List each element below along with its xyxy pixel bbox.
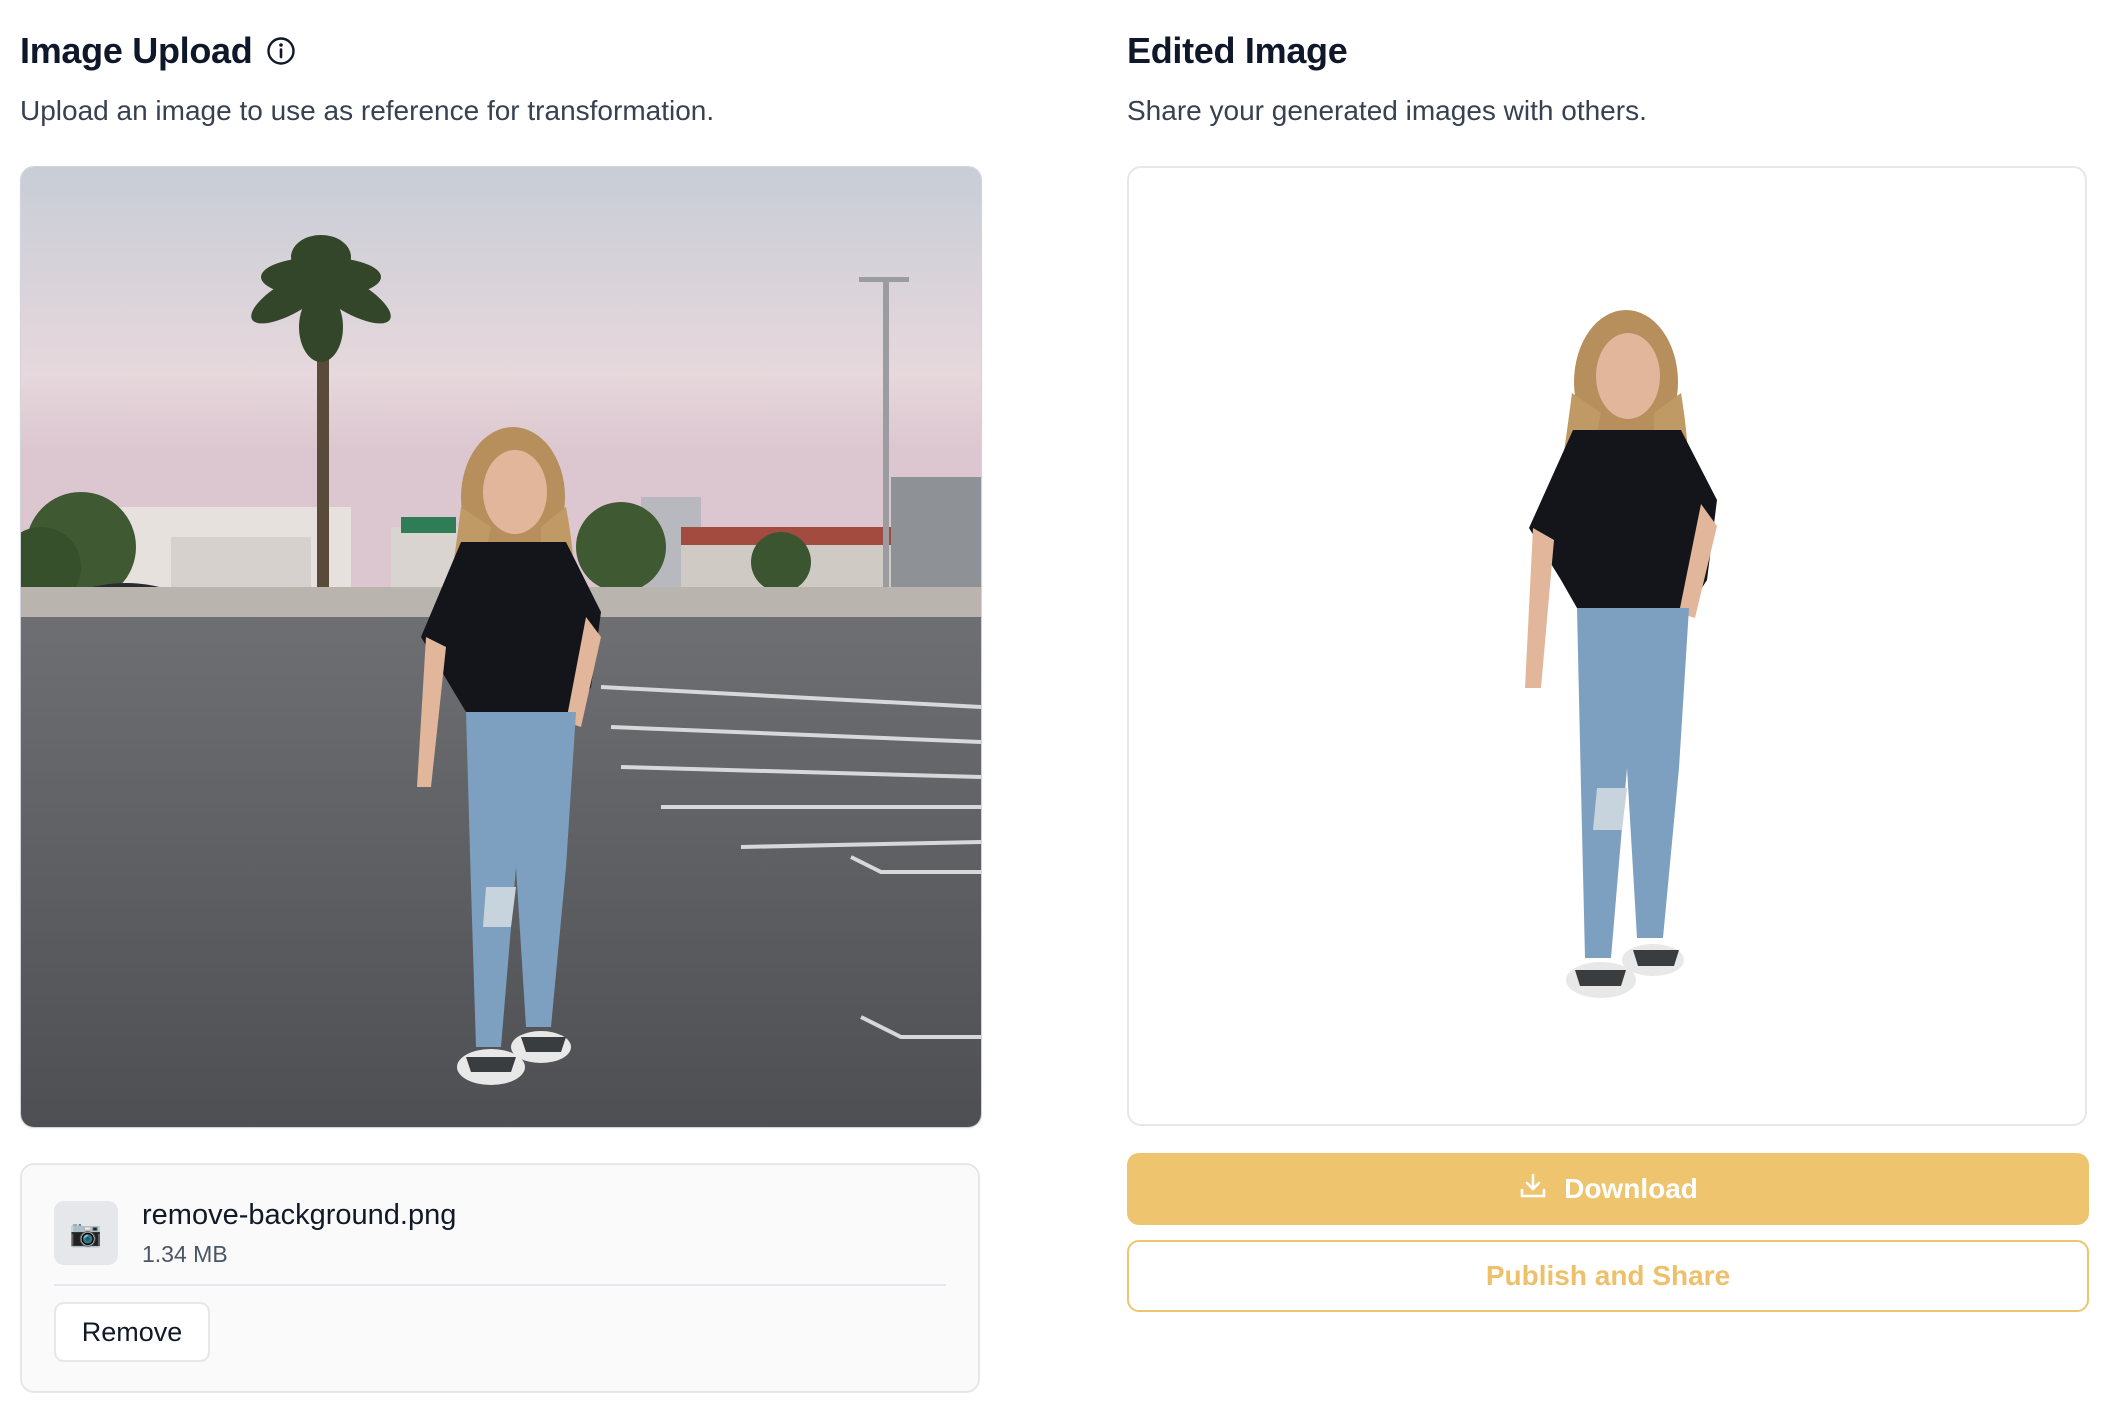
edited-title-row: Edited Image bbox=[1127, 26, 1348, 76]
download-label: Download bbox=[1564, 1173, 1698, 1204]
download-icon bbox=[1518, 1171, 1548, 1208]
edited-image bbox=[1127, 166, 2087, 1126]
edited-panel-title: Edited Image bbox=[1127, 30, 1348, 71]
file-card: 📷 remove-background.png 1.34 MB Remove bbox=[20, 1163, 980, 1393]
file-name: remove-background.png bbox=[142, 1199, 457, 1231]
upload-panel-description: Upload an image to use as reference for … bbox=[20, 95, 715, 126]
edited-panel-description: Share your generated images with others. bbox=[1127, 95, 1647, 126]
remove-button[interactable]: Remove bbox=[54, 1302, 210, 1362]
download-button[interactable]: Download bbox=[1127, 1153, 2089, 1225]
upload-panel-title: Image Upload bbox=[20, 30, 253, 71]
info-circle-icon[interactable] bbox=[266, 36, 296, 66]
camera-icon: 📷 bbox=[54, 1201, 118, 1265]
uploaded-image bbox=[20, 166, 982, 1128]
upload-title-row: Image Upload bbox=[20, 26, 296, 76]
file-size: 1.34 MB bbox=[142, 1241, 228, 1267]
file-card-divider bbox=[54, 1284, 946, 1286]
publish-and-share-button[interactable]: Publish and Share bbox=[1127, 1240, 2089, 1312]
